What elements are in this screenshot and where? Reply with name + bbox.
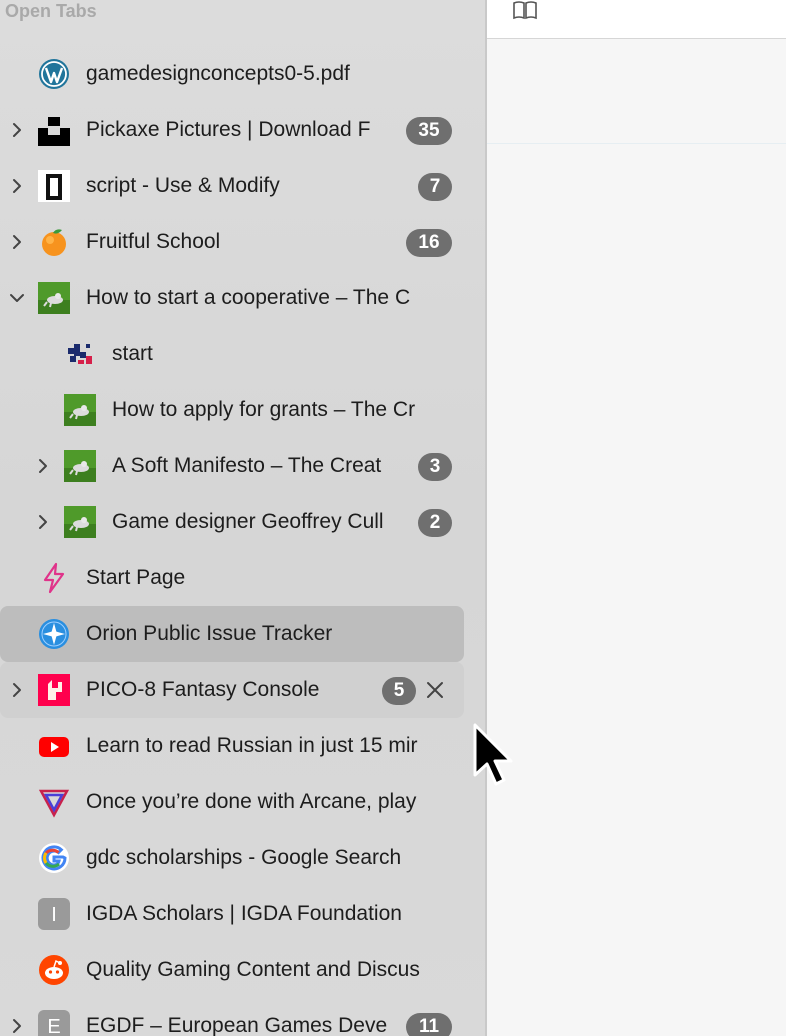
tab-row[interactable]: Pickaxe Pictures | Download F 35 [0,102,464,158]
tab-title: How to start a cooperative – The C [86,286,411,309]
frog-icon [64,506,96,538]
tab-row[interactable]: Quality Gaming Content and Discus [0,942,464,998]
chevron-right-icon[interactable] [33,456,53,476]
tab-title: gdc scholarships - Google Search [86,846,402,869]
section-title: Open Tabs [5,1,97,21]
tab-count-badge: 7 [418,173,452,201]
mouse-pointer-icon [470,720,520,792]
tab-title: Game designer Geoffrey Cull [112,510,384,533]
toolbar [487,0,786,39]
pixel-art-icon [64,338,96,370]
triangle-logo-icon [38,786,70,818]
tab-title: Orion Public Issue Tracker [86,622,333,645]
tab-count-badge: 35 [406,117,452,145]
tab-row[interactable]: Start Page [0,550,464,606]
chevron-right-icon[interactable] [7,680,27,700]
tab-count-badge: 5 [382,677,416,705]
script-icon [38,170,70,202]
letter-i-icon: I [38,898,70,930]
book-icon[interactable] [511,0,539,22]
tab-row[interactable]: gdc scholarships - Google Search [0,830,464,886]
lightning-icon [38,562,70,594]
google-icon [38,842,70,874]
tab-row[interactable]: Once you’re done with Arcane, play [0,774,464,830]
tab-row[interactable]: How to apply for grants – The Cr [0,382,464,438]
tab-row[interactable]: How to start a cooperative – The C [0,270,464,326]
tab-row[interactable]: Game designer Geoffrey Cull 2 [0,494,464,550]
tab-row[interactable]: E EGDF – European Games Deve 11 [0,998,464,1036]
tab-title: script - Use & Modify [86,174,280,197]
tab-title: start [112,342,153,365]
tab-row[interactable]: Orion Public Issue Tracker [0,606,464,662]
tab-title: Once you’re done with Arcane, play [86,790,417,813]
unsplash-icon [38,114,70,146]
tab-count-badge: 16 [406,229,452,257]
wordpress-icon [38,58,70,90]
tab-title: PICO-8 Fantasy Console [86,678,320,701]
frog-icon [38,282,70,314]
close-tab-icon[interactable] [424,679,446,701]
tab-title: A Soft Manifesto – The Creat [112,454,382,477]
tab-row[interactable]: start [0,326,464,382]
tab-title: Pickaxe Pictures | Download F [86,118,371,141]
tab-row[interactable]: A Soft Manifesto – The Creat 3 [0,438,464,494]
open-tabs-sidebar: Open Tabs gamedesignconcepts0-5.pdf Picka… [0,0,485,1036]
compass-icon [38,618,70,650]
frog-icon [64,394,96,426]
tab-title: Learn to read Russian in just 15 mir [86,734,418,757]
chevron-down-icon[interactable] [7,288,27,308]
tab-title: Fruitful School [86,230,221,253]
tab-row[interactable]: PICO-8 Fantasy Console 5 [0,662,464,718]
tab-title: gamedesignconcepts0-5.pdf [86,62,350,85]
tab-row[interactable]: Learn to read Russian in just 15 mir [0,718,464,774]
tab-title: IGDA Scholars | IGDA Foundation [86,902,402,925]
main-content [487,0,786,1036]
content-separator [487,143,786,144]
tab-row[interactable]: I IGDA Scholars | IGDA Foundation [0,886,464,942]
chevron-right-icon[interactable] [7,120,27,140]
orange-icon [38,226,70,258]
pico8-icon [38,674,70,706]
tab-count-badge: 3 [418,453,452,481]
tab-row[interactable]: Fruitful School 16 [0,214,464,270]
tab-title: EGDF – European Games Deve [86,1014,388,1036]
reddit-icon [38,954,70,986]
tab-count-badge: 11 [406,1013,452,1036]
tab-row[interactable]: script - Use & Modify 7 [0,158,464,214]
tab-title: Quality Gaming Content and Discus [86,958,420,981]
svg-text:E: E [47,1016,60,1036]
tab-count-badge: 2 [418,509,452,537]
tab-title: How to apply for grants – The Cr [112,398,416,421]
chevron-right-icon[interactable] [7,232,27,252]
chevron-right-icon[interactable] [7,1016,27,1036]
frog-icon [64,450,96,482]
chevron-right-icon[interactable] [7,176,27,196]
tab-row[interactable]: gamedesignconcepts0-5.pdf [0,46,464,102]
tab-title: Start Page [86,566,186,589]
chevron-right-icon[interactable] [33,512,53,532]
svg-text:I: I [51,904,57,926]
youtube-icon [38,730,70,762]
letter-e-icon: E [38,1010,70,1036]
